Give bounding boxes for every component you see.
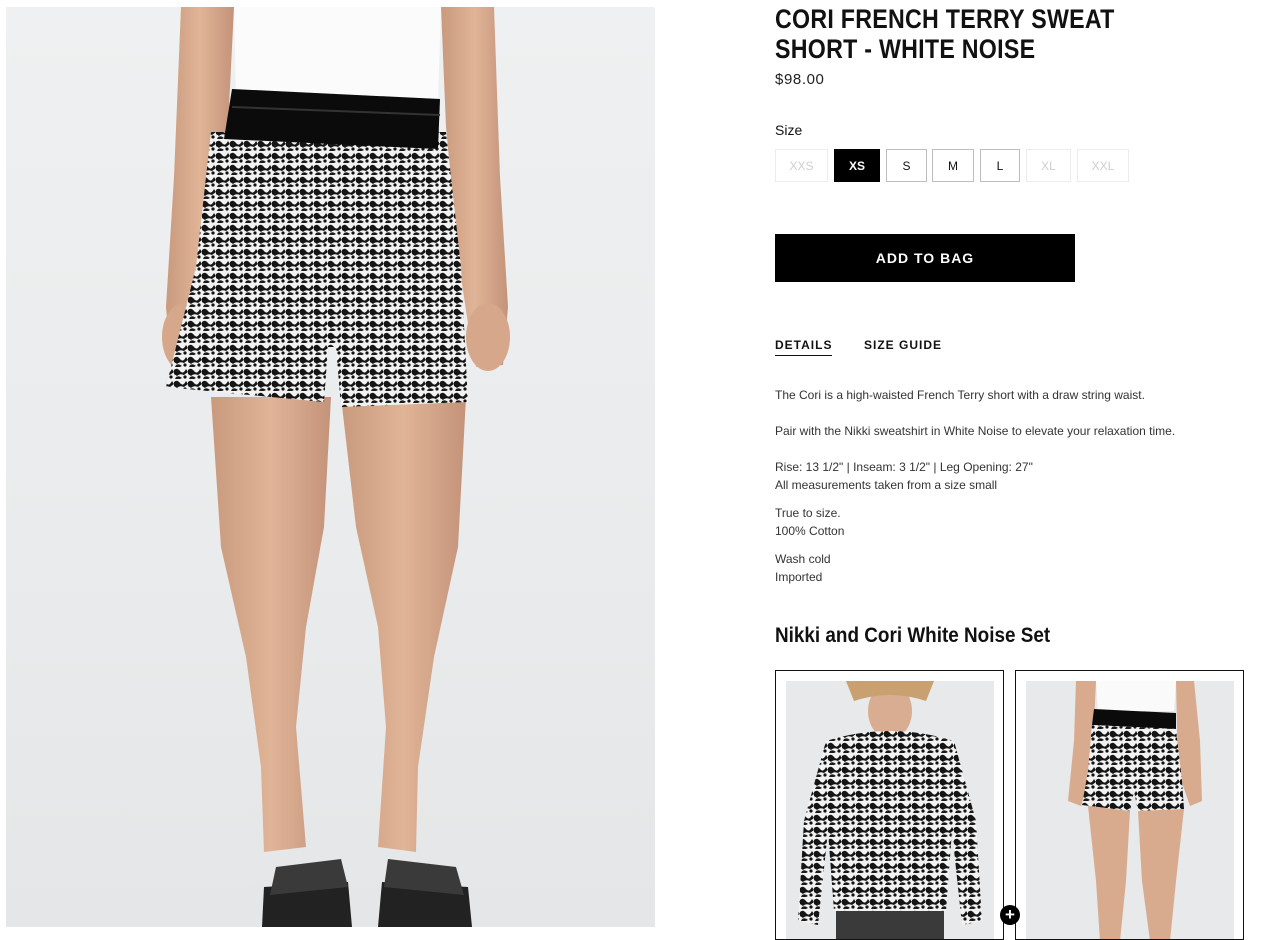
product-photo-illustration [162,7,510,927]
size-option-xl[interactable]: XL [1026,149,1071,182]
set-item-sweatshirt[interactable] [775,670,1004,940]
set-item-shorts[interactable] [1015,670,1244,940]
shorts-thumbnail-icon [1026,681,1234,939]
details-measurements-note: All measurements taken from a size small [775,478,998,492]
tab-details[interactable]: DETAILS [775,338,833,356]
details-wash: Wash cold [775,552,831,566]
details-measurements-line: Rise: 13 1/2" | Inseam: 3 1/2" | Leg Ope… [775,460,1033,474]
details-fit: True to size. [775,506,841,520]
size-option-xs[interactable]: XS [834,149,880,182]
product-main-image[interactable] [6,7,655,927]
sweatshirt-thumbnail-icon [786,681,994,939]
details-fit-fabric: True to size. 100% Cotton [775,504,1245,540]
product-price: $98.00 [775,71,825,88]
details-fabric: 100% Cotton [775,524,845,538]
tab-size-guide[interactable]: SIZE GUIDE [864,338,942,352]
plus-icon[interactable]: + [1000,905,1020,925]
product-title: CORI FRENCH TERRY SWEAT SHORT - WHITE NO… [775,4,1115,64]
sweatshirt-thumbnail-illustration [798,681,982,939]
size-option-s[interactable]: S [886,149,927,182]
details-origin: Imported [775,570,823,584]
add-to-bag-button[interactable]: ADD TO BAG [775,234,1075,282]
size-option-xxl[interactable]: XXL [1077,149,1129,182]
size-option-xxs[interactable]: XXS [775,149,828,182]
size-option-m[interactable]: M [932,149,974,182]
details-measurements: Rise: 13 1/2" | Inseam: 3 1/2" | Leg Ope… [775,458,1245,494]
shorts-thumbnail-illustration [1068,681,1202,939]
set-heading: Nikki and Cori White Noise Set [775,624,1051,647]
details-paragraph-2: Pair with the Nikki sweatshirt in White … [775,424,1176,438]
details-paragraph-1: The Cori is a high-waisted French Terry … [775,388,1145,402]
details-care: Wash cold Imported [775,550,1245,586]
size-label: Size [775,122,803,138]
size-option-l[interactable]: L [980,149,1020,182]
